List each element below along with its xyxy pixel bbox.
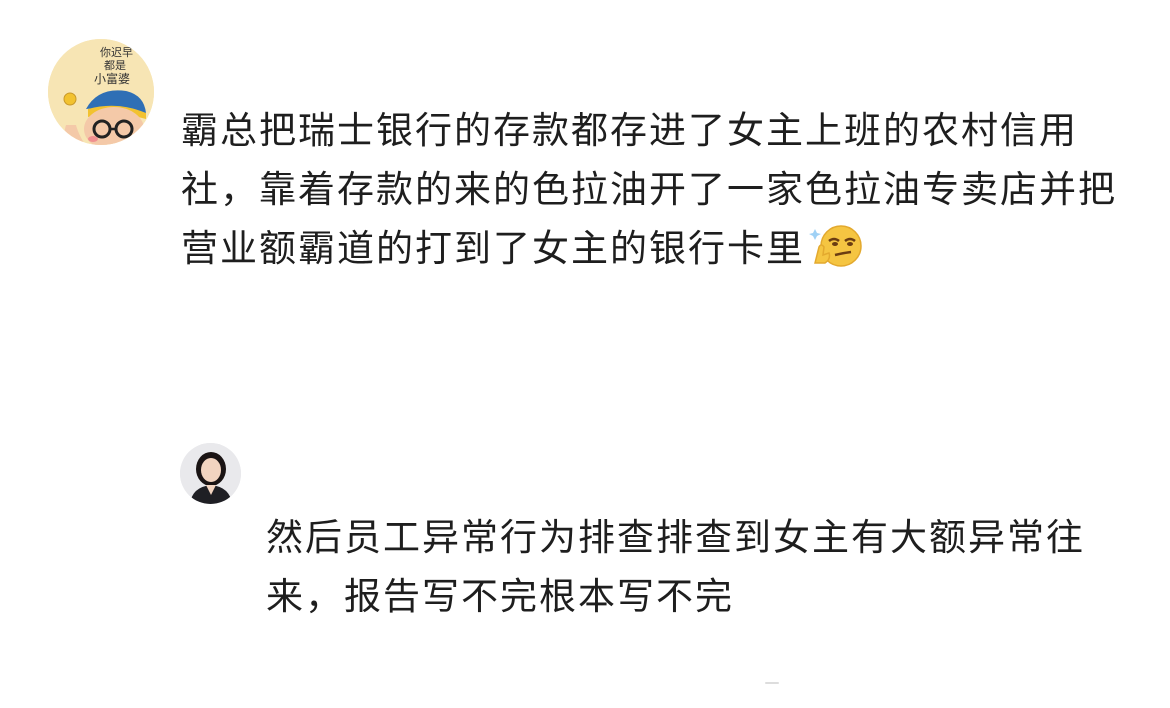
woman-photo-icon (180, 443, 241, 504)
reply-text: 然后员工异常行为排查排查到女主有大额异常往来，报告写不完根本写不完 (266, 516, 1085, 618)
avatar-text-line-1: 你迟早 (100, 46, 133, 59)
reply-avatar[interactable] (180, 443, 241, 504)
user-avatar[interactable]: 你迟早 都是 小富婆 (48, 39, 154, 145)
cartoon-avatar-icon: 你迟早 都是 小富婆 (48, 39, 154, 145)
comment-text: 霸总把瑞士银行的存款都存进了女主上班的农村信用社，靠着存款的来的色拉油开了一家色… (181, 101, 1121, 278)
avatar-text-line-3: 小富婆 (94, 71, 130, 86)
divider (765, 682, 779, 684)
smirk-emoji-icon (809, 225, 862, 267)
comment-body: 霸总把瑞士银行的存款都存进了女主上班的农村信用社，靠着存款的来的色拉油开了一家色… (181, 109, 1117, 270)
avatar-text-line-2: 都是 (104, 59, 126, 72)
